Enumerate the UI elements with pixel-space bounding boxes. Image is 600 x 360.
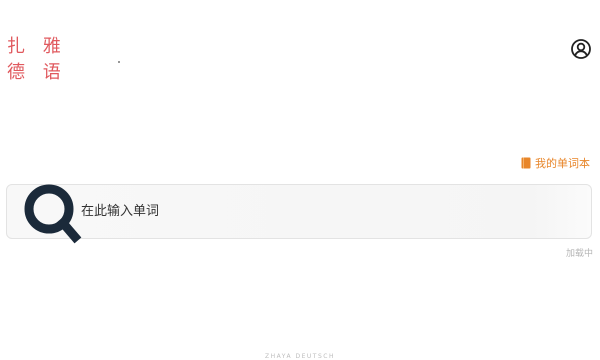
user-circle-icon [570,38,592,60]
loading-status: 加载中 [565,249,593,259]
brand-logo: 扎 雅 德 语 [7,34,67,86]
search-icon[interactable] [23,183,89,244]
my-vocabulary-label: 我的单词本 [535,157,590,170]
decorative-dot [118,61,120,63]
book-icon [521,157,531,169]
search-input[interactable] [81,185,571,238]
search-bar[interactable] [6,184,592,244]
account-button[interactable] [570,38,592,60]
page: 扎 雅 德 语 我的单词本 加载中 [0,0,600,360]
my-vocabulary-link[interactable]: 我的单词本 [521,155,590,171]
brand-logo-line-2: 德 语 [7,62,67,83]
brand-logo-line-1: 扎 雅 [7,36,67,57]
footer-text: ZHAYA DEUTSCH [265,353,335,360]
